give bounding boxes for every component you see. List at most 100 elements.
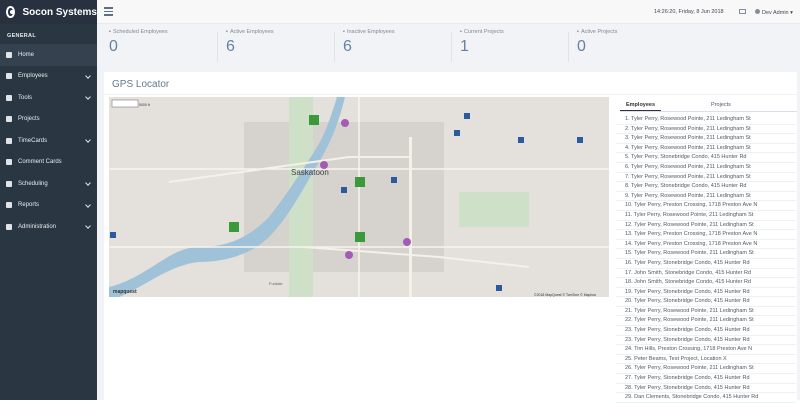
- stat-value: 6: [343, 38, 352, 55]
- chevron-down-icon: [85, 223, 91, 229]
- user-menu[interactable]: Dev Admin ▾: [755, 9, 793, 16]
- sidebar-item-scheduling[interactable]: Scheduling: [0, 173, 97, 195]
- sidebar-item-timecards[interactable]: TimeCards: [0, 130, 97, 152]
- list-item[interactable]: 18. John Smith, Stonebridge Condo, 415 H…: [616, 278, 796, 288]
- list-item[interactable]: 15. Tyler Perry, Rosewood Pointe, 211 Le…: [616, 249, 796, 259]
- sidebar-item-employees[interactable]: Employees: [0, 66, 97, 88]
- file-icon: [6, 202, 12, 209]
- map-city-label: Saskatoon: [291, 168, 329, 177]
- stat-card: Scheduled Employees 0: [97, 24, 218, 68]
- list-item[interactable]: 26. Tyler Perry, Rosewood Pointe, 211 Le…: [616, 364, 796, 375]
- map-marker-highway: [341, 187, 347, 193]
- stat-label: Active Employees: [226, 29, 331, 35]
- folder-icon: [6, 116, 12, 123]
- calendar-icon: [6, 180, 12, 187]
- list-item[interactable]: 11. Tyler Perry, Rosewood Pointe, 211 Le…: [616, 211, 796, 221]
- sidebar-item-label: Reports: [18, 202, 40, 209]
- chevron-down-icon: [85, 180, 91, 186]
- list-item[interactable]: 6. Tyler Perry, Rosewood Pointe, 211 Led…: [616, 163, 796, 173]
- list-item[interactable]: 5. Tyler Perry, Stonebridge Condo, 415 H…: [616, 153, 796, 163]
- map-marker-project[interactable]: [355, 232, 365, 242]
- sidebar-item-label: Comment Cards: [18, 159, 62, 166]
- map-marker-employee[interactable]: [345, 251, 353, 259]
- list-item[interactable]: 16. Tyler Perry, Stonebridge Condo, 415 …: [616, 259, 796, 269]
- brand-header[interactable]: Socon Systems: [0, 0, 97, 24]
- list-item[interactable]: 17. John Smith, Stonebridge Condo, 415 H…: [616, 269, 796, 279]
- topbar: 14:26:20, Friday, 8 Jun 2018 Dev Admin ▾: [97, 0, 800, 24]
- list-item[interactable]: 7. Tyler Perry, Rosewood Pointe, 211 Led…: [616, 173, 796, 183]
- map-marker-project[interactable]: [355, 177, 365, 187]
- map-marker-employee[interactable]: [403, 238, 411, 246]
- gps-card: GPS Locator Saskatoon Furdale mapquest ©…: [104, 72, 797, 403]
- list-item[interactable]: 27. Tyler Perry, Stonebridge Condo, 415 …: [616, 374, 796, 384]
- list-item[interactable]: 12. Tyler Perry, Rosewood Pointe, 211 Le…: [616, 221, 796, 231]
- list-item[interactable]: 25. Peter Beams, Test Project, Location …: [616, 355, 796, 365]
- list-item[interactable]: 23. Tyler Perry, Stonebridge Condo, 415 …: [616, 326, 796, 336]
- sidebar-item-comment-cards[interactable]: Comment Cards: [0, 152, 97, 174]
- sidebar-item-label: Projects: [18, 116, 40, 123]
- tab-employees[interactable]: Employees: [620, 100, 662, 111]
- map[interactable]: Saskatoon Furdale mapquest ©2018 MapQues…: [109, 97, 609, 297]
- map-place-label: Furdale: [269, 281, 283, 286]
- tab-projects[interactable]: Projects: [705, 100, 737, 111]
- chevron-down-icon: [85, 201, 91, 208]
- list-item[interactable]: 14. Tyler Perry, Preston Crossing, 1718 …: [616, 240, 796, 250]
- list-item[interactable]: 23. Tyler Perry, Stonebridge Condo, 415 …: [616, 336, 796, 346]
- map-marker-highway: [110, 232, 116, 238]
- sidebar-item-administration[interactable]: Administration: [0, 216, 97, 238]
- nav-section-label: GENERAL: [7, 33, 36, 39]
- map-marker-project[interactable]: [229, 222, 239, 232]
- mail-icon[interactable]: [739, 9, 746, 14]
- list-item[interactable]: 20. Tyler Perry, Stonebridge Condo, 415 …: [616, 297, 796, 307]
- map-logo: mapquest: [113, 289, 137, 295]
- list-item[interactable]: 22. Tyler Perry, Rosewood Pointe, 211 Le…: [616, 316, 796, 327]
- list-item[interactable]: 10. Tyler Perry, Preston Crossing, 1718 …: [616, 201, 796, 211]
- list-item[interactable]: 13. Tyler Perry, Preston Crossing, 1718 …: [616, 230, 796, 240]
- map-marker-project[interactable]: [309, 115, 319, 125]
- menu-toggle-icon[interactable]: [104, 7, 113, 16]
- comment-icon: [6, 159, 12, 166]
- list-item[interactable]: 24. Tim Hills, Preston Crossing, 1718 Pr…: [616, 345, 796, 355]
- map-canvas[interactable]: Saskatoon Furdale mapquest ©2018 MapQues…: [109, 97, 609, 297]
- map-marker-employee[interactable]: [341, 119, 349, 127]
- list-item[interactable]: 19. Tyler Perry, Stonebridge Condo, 415 …: [616, 288, 796, 298]
- list-item[interactable]: 28. Tyler Perry, Stonebridge Condo, 415 …: [616, 384, 796, 394]
- card-title: GPS Locator: [104, 72, 797, 95]
- stat-card: Current Projects 1: [448, 24, 569, 68]
- map-scale-label: 5000 ft: [139, 103, 150, 107]
- stat-label: Active Projects: [577, 29, 682, 35]
- list-item[interactable]: 4. Tyler Perry, Rosewood Pointe, 211 Led…: [616, 144, 796, 154]
- clock-icon: [6, 137, 12, 144]
- logo-icon: [6, 6, 15, 18]
- sidebar-item-tools[interactable]: Tools: [0, 87, 97, 109]
- list-item[interactable]: 21. Tyler Perry, Rosewood Pointe, 211 Le…: [616, 307, 796, 317]
- wrench-icon: [6, 94, 12, 101]
- map-marker-employee[interactable]: [320, 161, 328, 169]
- list-item[interactable]: 29. Dan Clements, Stonebridge Condo, 415…: [616, 393, 796, 403]
- locator-tabs: Employees Projects: [620, 100, 797, 112]
- list-item[interactable]: 1. Tyler Perry, Rosewood Pointe, 211 Led…: [616, 115, 796, 125]
- stat-card: Inactive Employees 6: [331, 24, 452, 68]
- stat-card: Active Projects 0: [565, 24, 682, 68]
- stat-label: Inactive Employees: [343, 29, 448, 35]
- map-credit: ©2018 MapQuest © TomTom © Mapbox: [534, 293, 596, 297]
- main-area: 14:26:20, Friday, 8 Jun 2018 Dev Admin ▾…: [97, 0, 800, 403]
- list-item[interactable]: 3. Tyler Perry, Rosewood Pointe, 211 Led…: [616, 134, 796, 144]
- users-icon: [6, 73, 12, 80]
- stat-value: 0: [577, 38, 586, 55]
- home-icon: [6, 51, 12, 58]
- stat-value: 6: [226, 38, 235, 55]
- sidebar-item-reports[interactable]: Reports: [0, 195, 97, 217]
- map-marker-highway: [464, 113, 470, 119]
- list-item[interactable]: 9. Tyler Perry, Rosewood Pointe, 211 Led…: [616, 192, 796, 202]
- sidebar-item-label: Employees: [18, 73, 48, 80]
- sidebar-item-home[interactable]: Home: [0, 44, 97, 66]
- stat-label: Scheduled Employees: [109, 29, 214, 35]
- list-item[interactable]: 8. Tyler Perry, Stonebridge Condo, 415 H…: [616, 182, 796, 192]
- sidebar-item-projects[interactable]: Projects: [0, 109, 97, 131]
- gear-icon: [6, 223, 12, 230]
- map-marker-highway: [577, 137, 583, 143]
- user-icon: [755, 9, 760, 14]
- location-list: 1. Tyler Perry, Rosewood Pointe, 211 Led…: [616, 115, 796, 403]
- list-item[interactable]: 2. Tyler Perry, Rosewood Pointe, 211 Led…: [616, 125, 796, 135]
